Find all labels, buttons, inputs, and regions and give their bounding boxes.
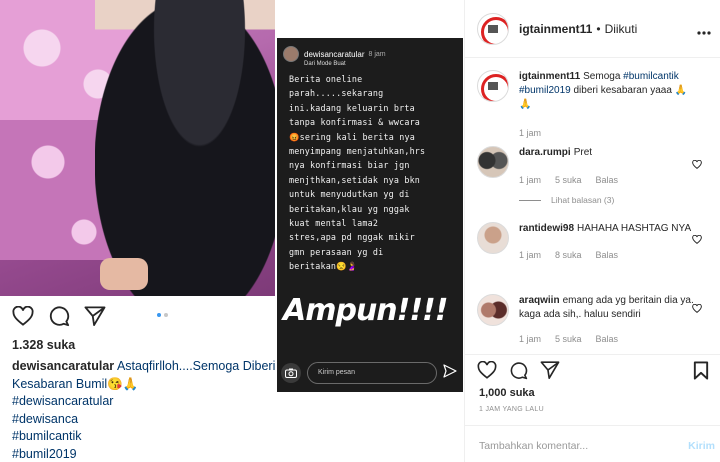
photo-hands — [100, 258, 148, 290]
story-subtitle: Dari Mode Buat — [304, 61, 346, 67]
post-comment-button[interactable]: Kirim — [688, 440, 715, 452]
story-reply-bar: Kirim pesan — [281, 362, 459, 384]
camera-icon — [281, 363, 301, 383]
story-reply-input: Kirim pesan — [307, 362, 437, 384]
post-header: igtainment11 • Diikuti — [465, 0, 720, 58]
story-header: dewisancaratular 8 jam — [283, 46, 386, 62]
story-avatar — [283, 46, 299, 62]
comment-body: rantidewi98 HAHAHA HASHTAG NYA 1 jam 8 su… — [519, 222, 699, 262]
follow-status-button[interactable]: Diikuti — [605, 22, 638, 36]
carousel-dots — [157, 313, 171, 317]
comment: araqwiin emang ada yg beritain dia ya. ka… — [477, 294, 699, 346]
avatar[interactable] — [477, 12, 509, 45]
comment-username[interactable]: rantidewi98 — [519, 223, 574, 234]
left-caption-username: dewisancaratular — [12, 359, 115, 373]
comment-time[interactable]: 1 jam — [519, 332, 541, 346]
heart-icon[interactable] — [477, 360, 497, 385]
share-icon — [84, 306, 106, 331]
comment-username[interactable]: araqwiin — [519, 295, 560, 306]
comment-text: HAHAHA HASHTAG NYA — [577, 223, 692, 234]
post-timestamp: 1 JAM YANG LALU — [479, 406, 544, 413]
embedded-post: dewisancaratular 8 jam Dari Mode Buat Be… — [0, 0, 463, 462]
heart-icon[interactable] — [692, 300, 702, 318]
comment-meta: 1 jam 5 suka Balas — [519, 332, 699, 346]
left-hashtag: #dewisanca — [12, 411, 79, 426]
story-time: 8 jam — [368, 50, 386, 58]
caption-text: Semoga — [583, 71, 624, 82]
comment-icon — [48, 305, 70, 332]
avatar[interactable] — [477, 294, 509, 326]
story-screenshot: dewisancaratular 8 jam Dari Mode Buat Be… — [277, 38, 463, 392]
left-hashtag: #bumil2019 — [12, 446, 77, 461]
comment-body: araqwiin emang ada yg beritain dia ya. ka… — [519, 294, 699, 346]
header-username[interactable]: igtainment11 — [519, 22, 592, 36]
caption-block: igtainment11 Semoga #bumilcantik #bumil20… — [477, 70, 699, 140]
story-username: dewisancaratular — [304, 49, 365, 59]
caption-time[interactable]: 1 jam — [519, 126, 541, 140]
comment-likes[interactable]: 5 suka — [555, 173, 582, 187]
carousel-dot — [164, 313, 168, 317]
reply-button[interactable]: Balas — [596, 248, 619, 262]
view-replies-button[interactable]: Lihat balasan (3) — [519, 195, 614, 205]
post-photo — [0, 0, 275, 296]
action-icons — [477, 360, 572, 385]
comment-input[interactable]: Tambahkan komentar... — [479, 440, 588, 452]
avatar[interactable] — [477, 146, 509, 178]
comment: dara.rumpi Pret 1 jam 5 suka Balas — [477, 146, 699, 187]
comment-body: dara.rumpi Pret 1 jam 5 suka Balas — [519, 146, 699, 187]
comment-time[interactable]: 1 jam — [519, 248, 541, 262]
comment-likes[interactable]: 5 suka — [555, 332, 582, 346]
heart-icon — [12, 305, 34, 331]
bookmark-icon[interactable] — [693, 361, 709, 385]
story-text: Berita oneline parah.....sekarang ini.ka… — [289, 74, 426, 272]
likes-count[interactable]: 1,000 suka — [479, 387, 535, 399]
left-hashtag: #bumilcantik — [12, 429, 82, 443]
caption-hashtag[interactable]: #bumil2019 — [519, 85, 571, 96]
reply-button[interactable]: Balas — [596, 173, 619, 187]
photo-person — [95, 0, 275, 296]
send-icon — [443, 363, 457, 383]
story-shout-text: Ampun!!!! — [283, 293, 448, 328]
comment: rantidewi98 HAHAHA HASHTAG NYA 1 jam 8 su… — [477, 222, 699, 262]
left-likes-count: 1.328 suka — [12, 338, 76, 352]
comment-likes[interactable]: 8 suka — [555, 248, 582, 262]
comment-icon[interactable] — [509, 361, 528, 385]
comment-username[interactable]: dara.rumpi — [519, 147, 571, 158]
share-icon[interactable] — [540, 361, 560, 385]
caption-username[interactable]: igtainment11 — [519, 71, 580, 82]
avatar[interactable] — [477, 222, 509, 254]
carousel-dot-active — [157, 313, 161, 317]
comments-panel: igtainment11 • Diikuti igtainment11 Semog… — [464, 0, 720, 462]
heart-icon[interactable] — [692, 231, 702, 249]
caption-meta: 1 jam — [519, 126, 699, 140]
comment-text: Pret — [573, 147, 593, 158]
caption-hashtag[interactable]: #bumilcantik — [623, 71, 679, 82]
left-hashtag: #dewisancaratular — [12, 394, 114, 408]
heart-icon[interactable] — [692, 156, 702, 174]
avatar[interactable] — [477, 70, 509, 102]
reply-button[interactable]: Balas — [596, 332, 619, 346]
header-separator: • — [596, 21, 601, 36]
left-action-bar — [12, 305, 120, 332]
comment-meta: 1 jam 8 suka Balas — [519, 248, 699, 262]
more-icon[interactable] — [697, 22, 711, 40]
post-actions: 1,000 suka 1 JAM YANG LALU — [465, 354, 720, 434]
left-caption: dewisancaratular Astaqfirlloh....Semoga … — [12, 358, 277, 462]
comment-form: Tambahkan komentar... Kirim — [465, 425, 720, 462]
comment-time[interactable]: 1 jam — [519, 173, 541, 187]
caption-text-line: igtainment11 Semoga #bumilcantik #bumil20… — [519, 70, 699, 112]
caption-body: igtainment11 Semoga #bumilcantik #bumil20… — [519, 70, 699, 140]
comment-meta: 1 jam 5 suka Balas — [519, 173, 699, 187]
